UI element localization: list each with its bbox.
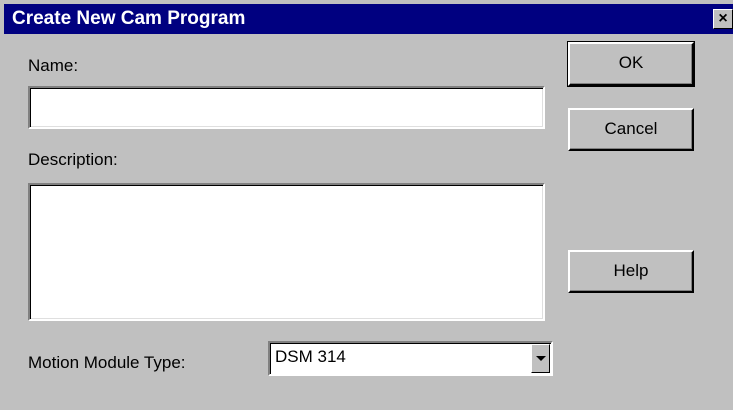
- ok-button[interactable]: OK: [567, 41, 695, 87]
- name-field[interactable]: [28, 86, 545, 129]
- name-label-text: Name:: [28, 56, 79, 75]
- help-button[interactable]: Help: [568, 250, 694, 293]
- dropdown-button[interactable]: [531, 344, 550, 373]
- close-button[interactable]: ×: [713, 9, 733, 29]
- motion-module-value: DSM 314: [275, 347, 346, 366]
- motion-module-select[interactable]: DSM 314: [268, 341, 553, 376]
- cancel-button[interactable]: Cancel: [568, 108, 694, 151]
- window-title: Create New Cam Program: [12, 8, 246, 29]
- description-label: Description:: [28, 150, 118, 170]
- title-bar: Create New Cam Program: [4, 4, 733, 34]
- motion-module-label-text: Motion Module Type:: [28, 353, 186, 372]
- name-label: Name:: [28, 56, 78, 76]
- close-icon: ×: [718, 10, 728, 27]
- chevron-down-icon: [536, 356, 546, 361]
- motion-module-label: Motion Module Type:: [28, 353, 186, 373]
- create-cam-program-dialog: Create New Cam Program × Name: Descripti…: [0, 0, 733, 410]
- description-label-text: Description:: [28, 150, 118, 169]
- description-field[interactable]: [28, 183, 545, 321]
